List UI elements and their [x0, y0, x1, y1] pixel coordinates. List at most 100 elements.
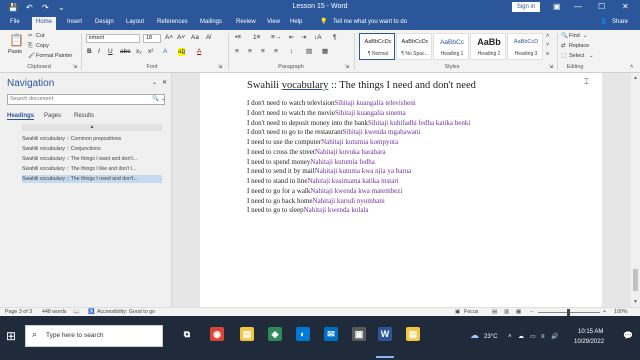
tab-view[interactable]: View: [267, 17, 280, 28]
vocabulary-line[interactable]: I don't need to deposit money into the b…: [247, 119, 470, 128]
replace-icon[interactable]: ⇄: [561, 43, 566, 50]
format-painter-icon[interactable]: 🖌: [28, 53, 35, 60]
undo-icon[interactable]: ↶: [26, 3, 33, 12]
style-heading-1[interactable]: AaBbCc Heading 1: [433, 33, 469, 60]
document-heading[interactable]: Swahili vocabulary :: The things I need …: [247, 80, 476, 91]
grow-font-icon[interactable]: A˄: [165, 34, 173, 42]
find-dropdown-icon[interactable]: ⌄: [583, 33, 588, 40]
line-spacing-icon[interactable]: ↕: [290, 48, 293, 56]
vocabulary-line[interactable]: I need to go to sleepNahitaji kwenda kul…: [247, 206, 369, 215]
pane-options-icon[interactable]: ⌄: [152, 80, 157, 87]
tab-help[interactable]: Help: [290, 17, 302, 28]
chrome-icon[interactable]: ◉: [210, 327, 224, 341]
close-button[interactable]: ✕: [622, 1, 629, 13]
italic-button[interactable]: I: [98, 48, 100, 56]
redo-icon[interactable]: ↷: [42, 3, 49, 12]
bold-button[interactable]: B: [87, 48, 92, 56]
align-left-icon[interactable]: ≡: [235, 48, 239, 56]
font-color-icon[interactable]: A: [197, 48, 201, 56]
customize-quick-access-icon[interactable]: ⌄: [58, 3, 65, 12]
align-right-icon[interactable]: ≡: [261, 48, 265, 56]
vocabulary-line[interactable]: I need to send it by mailNahitaji kutuma…: [247, 167, 411, 176]
accessibility-status[interactable]: Accessibility: Good to go: [97, 308, 155, 316]
page-count[interactable]: Page 3 of 3: [5, 308, 32, 316]
vocabulary-line[interactable]: I need to go for a walkNahitaji kwenda k…: [247, 187, 402, 196]
tab-references[interactable]: References: [157, 17, 188, 28]
shading-icon[interactable]: ▧: [306, 48, 312, 56]
font-size-select[interactable]: 18: [143, 34, 161, 43]
find-button[interactable]: Find: [569, 33, 580, 40]
explorer-icon[interactable]: ▤: [240, 327, 254, 341]
heading-spellcheck-word[interactable]: vocabulary: [282, 80, 329, 91]
edge-icon[interactable]: ◐: [296, 327, 310, 341]
search-icon[interactable]: 🔍: [152, 96, 159, 103]
underline-button[interactable]: U: [108, 48, 113, 56]
word-icon[interactable]: W: [378, 327, 392, 341]
text-effects-icon[interactable]: A: [163, 48, 167, 56]
zoom-slider-thumb[interactable]: [567, 309, 570, 316]
show-hidden-icons-icon[interactable]: ˄: [508, 333, 512, 341]
zoom-level[interactable]: 100%: [614, 308, 628, 316]
cut-button[interactable]: Cut: [36, 33, 45, 40]
paste-button[interactable]: Paste: [8, 49, 22, 56]
nav-heading-item[interactable]: Swahili vocabulary :: The things I like …: [22, 165, 162, 173]
tab-pages[interactable]: Pages: [44, 113, 61, 119]
tab-insert[interactable]: Insert: [67, 17, 82, 28]
zoom-out-button[interactable]: −: [530, 308, 533, 316]
format-painter-button[interactable]: Format Painter: [36, 53, 72, 60]
share-button[interactable]: Share: [612, 17, 628, 28]
align-center-icon[interactable]: ≡: [248, 48, 252, 56]
nav-heading-item[interactable]: Swahili vocabulary :: Common preposition…: [22, 135, 162, 143]
change-case-icon[interactable]: Aa: [191, 34, 199, 42]
superscript-button[interactable]: x²: [148, 48, 153, 56]
document-page[interactable]: Swahili vocabulary :: The things I need …: [200, 73, 602, 307]
style-no-spacing[interactable]: AaBbCcDc ¶ No Spac...: [396, 33, 432, 60]
collapse-ribbon-icon[interactable]: ˄: [630, 64, 633, 71]
font-family-select[interactable]: inherit: [86, 34, 140, 43]
tab-home[interactable]: Home: [32, 17, 57, 30]
style-heading-2[interactable]: AaBb Heading 2: [470, 33, 506, 60]
word-count[interactable]: 448 words: [42, 308, 66, 316]
find-icon[interactable]: 🔍: [561, 33, 568, 40]
weather-icon[interactable]: ☁: [470, 331, 479, 340]
store-icon[interactable]: ▣: [352, 327, 366, 341]
clock-time[interactable]: 10:15 AM: [578, 328, 603, 336]
paragraph-launcher-icon[interactable]: ⇲: [345, 64, 349, 71]
nav-heading-item[interactable]: Swahili vocabulary :: The things I want …: [22, 155, 162, 163]
search-dropdown-icon[interactable]: ⌄: [161, 96, 166, 103]
cut-icon[interactable]: ✂: [28, 33, 33, 40]
strikethrough-button[interactable]: abc: [120, 48, 130, 56]
select-button[interactable]: Select: [569, 53, 584, 60]
increase-indent-icon[interactable]: ⇥: [301, 34, 306, 42]
share-icon[interactable]: 👤: [600, 17, 607, 28]
copy-icon[interactable]: ⎘: [28, 43, 32, 50]
tab-mailings[interactable]: Mailings: [200, 17, 222, 28]
camtasia-icon[interactable]: ◆: [268, 327, 282, 341]
tab-design[interactable]: Design: [95, 17, 114, 28]
vocabulary-line[interactable]: I need to use the computerNahitaji kutum…: [247, 138, 398, 147]
read-mode-icon[interactable]: ▤: [492, 308, 497, 316]
styles-launcher-icon[interactable]: ⇲: [549, 64, 553, 71]
web-layout-icon[interactable]: ▦: [516, 308, 521, 316]
vocabulary-line[interactable]: I don't need to watch televisionSihitaji…: [247, 99, 416, 108]
decrease-indent-icon[interactable]: ⇤: [289, 34, 294, 42]
tab-headings[interactable]: Headings: [7, 113, 35, 120]
search-document-input[interactable]: Search document: [7, 94, 165, 105]
tab-review[interactable]: Review: [236, 17, 256, 28]
paste-icon[interactable]: 📋: [9, 33, 24, 47]
windows-start-icon[interactable]: ⊞: [6, 328, 16, 344]
highlight-icon[interactable]: ab̲: [178, 48, 186, 56]
proofing-icon[interactable]: 📖: [73, 308, 80, 316]
style-heading-3[interactable]: AaBbCcD Heading 3: [507, 33, 543, 60]
vocabulary-line[interactable]: I don't need to watch the movieSihitaji …: [247, 109, 406, 118]
select-dropdown-icon[interactable]: ⌄: [589, 53, 594, 60]
tab-file[interactable]: File: [10, 17, 20, 28]
copy-button[interactable]: Copy: [36, 43, 49, 50]
tab-results[interactable]: Results: [74, 113, 94, 119]
clock-date[interactable]: 10/29/2022: [574, 338, 604, 346]
temperature[interactable]: 23°C: [484, 333, 497, 341]
minimize-button[interactable]: —: [574, 1, 582, 13]
print-layout-icon[interactable]: ▥: [504, 308, 509, 316]
scroll-thumb[interactable]: [633, 269, 638, 291]
scroll-down-icon[interactable]: ▼: [633, 299, 638, 305]
